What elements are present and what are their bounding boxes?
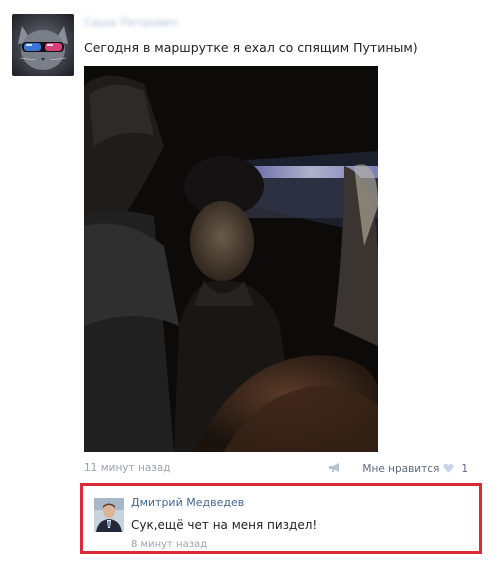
- heart-icon: [443, 463, 454, 476]
- megaphone-icon[interactable]: [328, 462, 342, 476]
- like-button[interactable]: Мне нравится 1: [328, 462, 468, 476]
- highlighted-comment: Дмитрий Медведев Сук,ещё чет на меня пиз…: [80, 483, 482, 554]
- post-text: Сегодня в маршрутке я ехал со спящим Пут…: [84, 40, 418, 55]
- post-photo[interactable]: [84, 66, 378, 452]
- like-label: Мне нравится: [362, 463, 440, 475]
- comment-timestamp[interactable]: 8 минут назад: [131, 539, 207, 550]
- comment-author-avatar[interactable]: [94, 498, 124, 532]
- comment-author-name[interactable]: Дмитрий Медведев: [131, 496, 244, 509]
- author-avatar[interactable]: [12, 14, 74, 76]
- post-author-name[interactable]: Саша Петрович: [84, 16, 178, 29]
- post-timestamp[interactable]: 11 минут назад: [84, 462, 171, 474]
- post-meta: 11 минут назад Мне нравится 1: [84, 462, 484, 478]
- comment-text: Сук,ещё чет на меня пиздел!: [131, 518, 318, 532]
- like-count: 1: [461, 463, 468, 475]
- wall-post: Саша Петрович Сегодня в маршрутке я ехал…: [0, 0, 500, 563]
